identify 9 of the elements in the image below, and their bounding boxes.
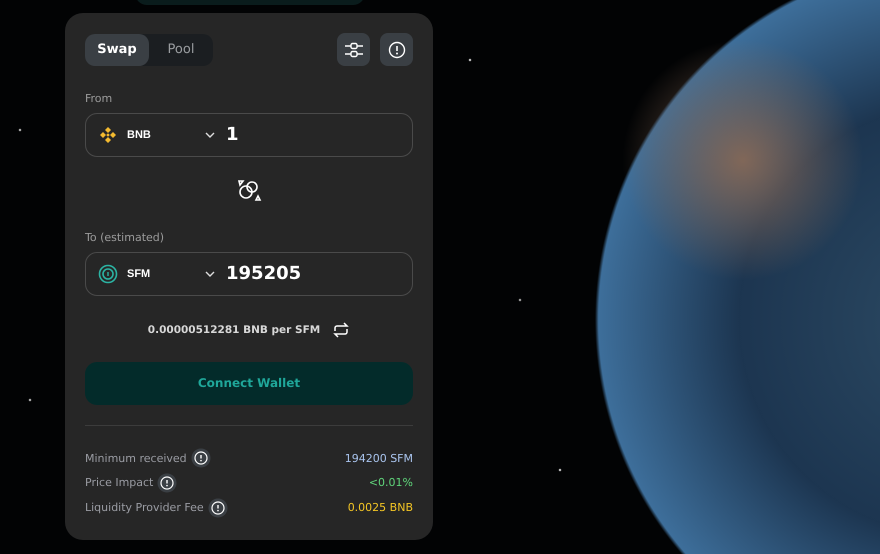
detail-label: Price Impact <box>85 476 154 490</box>
field-label: To (estimated) <box>85 230 166 244</box>
detail-label: Liquidity Provider Fee <box>85 501 204 514</box>
detail-value: 194200 SFM <box>344 452 413 465</box>
detail-value: 0.0025 BNB <box>348 501 413 514</box>
exchange-rate: 0.00000512281 BNB per SFM <box>148 324 320 336</box>
detail-label: Minimum received <box>85 452 187 465</box>
field-label: From <box>85 92 114 105</box>
detail-value: <0.01% <box>368 476 413 490</box>
